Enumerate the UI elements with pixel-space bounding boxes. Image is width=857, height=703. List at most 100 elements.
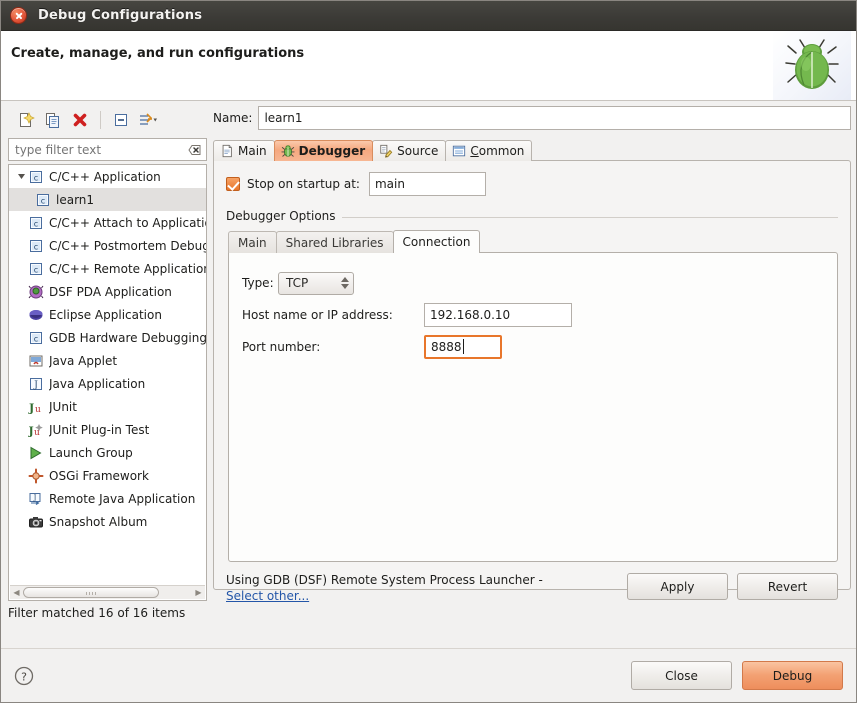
configuration-editor: Name: Main Debugger Source Common Stop on s… bbox=[213, 105, 851, 638]
filter-field[interactable] bbox=[8, 138, 207, 161]
tree-twisty-spacer bbox=[15, 280, 28, 303]
tree-item[interactable]: DSF PDA Application bbox=[9, 280, 206, 303]
svg-text:c: c bbox=[34, 173, 38, 182]
svg-text:?: ? bbox=[21, 670, 27, 683]
tree-item[interactable]: c C/C++ Postmortem Debugger bbox=[9, 234, 206, 257]
tree-twisty-spacer bbox=[15, 349, 28, 372]
tree-twisty-spacer bbox=[15, 418, 28, 441]
inner-tab-connection[interactable]: Connection bbox=[392, 230, 481, 253]
tree-item-label: OSGi Framework bbox=[49, 468, 149, 483]
svg-text:c: c bbox=[34, 219, 38, 228]
delete-x-icon bbox=[73, 113, 87, 127]
debug-button[interactable]: Debug bbox=[742, 661, 843, 690]
duplicate-configuration-button[interactable] bbox=[41, 108, 65, 132]
clear-icon[interactable] bbox=[187, 143, 202, 157]
scrollbar-grip bbox=[86, 592, 96, 595]
host-input[interactable] bbox=[424, 303, 572, 327]
tree-item[interactable]: Snapshot Album bbox=[9, 510, 206, 533]
tree-item[interactable]: c C/C++ Application bbox=[9, 165, 206, 188]
debugger-options-tabs: Main Shared Libraries Connection bbox=[228, 230, 838, 253]
launch-group-icon bbox=[30, 446, 42, 459]
configuration-tabs: Main Debugger Source Common bbox=[213, 139, 851, 161]
tree-item[interactable]: Java Applet bbox=[9, 349, 206, 372]
type-label: Type: bbox=[242, 276, 274, 290]
tree-twisty-spacer bbox=[15, 441, 28, 464]
tree-item[interactable]: Ju JUnit Plug-in Test bbox=[9, 418, 206, 441]
host-row: Host name or IP address: bbox=[242, 299, 837, 331]
tab-main[interactable]: Main bbox=[213, 140, 275, 161]
page-title: Create, manage, and run configurations bbox=[11, 46, 305, 61]
debugger-options-body: Main Shared Libraries Connection Type: TCP bbox=[226, 230, 838, 562]
footer-buttons: Close Debug bbox=[631, 661, 843, 690]
filter-status-label: Filter matched 16 of 16 items bbox=[8, 606, 186, 620]
tab-debugger[interactable]: Debugger bbox=[273, 140, 374, 161]
stop-on-startup-row: Stop on startup at: bbox=[226, 172, 838, 196]
tree-twisty-spacer bbox=[15, 464, 28, 487]
camera-icon bbox=[29, 516, 43, 527]
tree-item[interactable]: c C/C++ Remote Application bbox=[9, 257, 206, 280]
remote-java-icon: J bbox=[29, 492, 41, 505]
banner-artwork bbox=[773, 31, 851, 100]
tree-item[interactable]: c GDB Hardware Debugging bbox=[9, 326, 206, 349]
tree-item[interactable]: Eclipse Application bbox=[9, 303, 206, 326]
collapse-all-button[interactable] bbox=[109, 108, 133, 132]
scroll-right-arrow[interactable]: ▶ bbox=[192, 588, 205, 597]
search-input[interactable] bbox=[9, 139, 206, 160]
inner-tab-main[interactable]: Main bbox=[228, 231, 277, 253]
scrollbar-thumb[interactable] bbox=[23, 587, 159, 598]
dialog-banner: Create, manage, and run configurations bbox=[1, 31, 856, 101]
select-other-link[interactable]: Select other... bbox=[226, 589, 309, 603]
configuration-name-input[interactable] bbox=[258, 106, 851, 130]
delete-configuration-button[interactable] bbox=[68, 108, 92, 132]
name-label: Name: bbox=[213, 111, 253, 125]
help-icon[interactable]: ? bbox=[13, 665, 35, 687]
tree-item-label: JUnit bbox=[49, 399, 77, 414]
tree-item[interactable]: c learn1 bbox=[9, 188, 206, 211]
configurations-tree[interactable]: c C/C++ Application c learn1 c C/C++ Attach t… bbox=[8, 164, 207, 601]
tree-item-label: Java Application bbox=[49, 376, 146, 391]
connection-type-select[interactable]: TCP bbox=[278, 271, 354, 295]
configurations-panel: c C/C++ Application c learn1 c C/C++ Attach t… bbox=[8, 105, 207, 638]
stop-on-startup-label: Stop on startup at: bbox=[247, 177, 360, 191]
tree-item[interactable]: OSGi Framework bbox=[9, 464, 206, 487]
svg-text:u: u bbox=[35, 405, 41, 415]
tree-item[interactable]: c C/C++ Attach to Application bbox=[9, 211, 206, 234]
name-row: Name: bbox=[213, 105, 851, 131]
new-configuration-button[interactable] bbox=[14, 108, 38, 132]
tab-label: Common bbox=[470, 144, 525, 158]
tree-horizontal-scrollbar[interactable]: ◀ ▶ bbox=[10, 585, 205, 599]
connection-panel: Type: TCP Host name or IP address: 192.1… bbox=[228, 252, 838, 562]
tree-item[interactable]: Launch Group bbox=[9, 441, 206, 464]
pda-icon bbox=[28, 285, 44, 298]
svg-text:J: J bbox=[33, 494, 37, 502]
chevron-down-icon[interactable] bbox=[15, 165, 28, 188]
tree-item-label: Remote Java Application bbox=[49, 491, 196, 506]
junit-plugin-icon: Ju bbox=[28, 423, 43, 438]
filter-icon bbox=[140, 113, 157, 125]
port-row: Port number: bbox=[242, 331, 837, 363]
tab-source[interactable]: Source bbox=[372, 140, 447, 161]
common-list-icon bbox=[453, 145, 466, 157]
debugger-tab-panel: Stop on startup at: Debugger Options Mai… bbox=[213, 160, 851, 603]
tree-item[interactable]: Ju JUnit bbox=[9, 395, 206, 418]
scrollbar-track[interactable] bbox=[23, 587, 192, 598]
spinner-arrows-icon bbox=[341, 277, 349, 289]
apply-button[interactable]: Apply bbox=[627, 573, 728, 600]
tree-item[interactable]: J Java Application bbox=[9, 372, 206, 395]
tree-item[interactable]: J Remote Java Application bbox=[9, 487, 206, 510]
revert-button[interactable]: Revert bbox=[737, 573, 838, 600]
tab-common[interactable]: Common bbox=[445, 140, 533, 161]
c-file-icon: c bbox=[30, 170, 42, 183]
stop-on-startup-checkbox[interactable] bbox=[226, 177, 240, 191]
close-button[interactable]: Close bbox=[631, 661, 732, 690]
c-file-icon: c bbox=[30, 331, 42, 344]
close-icon[interactable] bbox=[10, 7, 27, 24]
scroll-left-arrow[interactable]: ◀ bbox=[10, 588, 23, 597]
filter-menu-button[interactable] bbox=[136, 108, 160, 132]
stop-on-startup-input[interactable] bbox=[368, 172, 486, 196]
inner-tab-shared-libraries[interactable]: Shared Libraries bbox=[275, 231, 394, 253]
toolbar-separator bbox=[100, 111, 101, 129]
tree-item-label: C/C++ Remote Application bbox=[49, 261, 206, 276]
svg-text:c: c bbox=[34, 242, 38, 251]
bug-icon bbox=[785, 39, 839, 89]
